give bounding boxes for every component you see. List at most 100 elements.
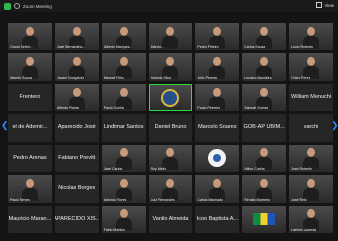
participant-tile[interactable]: varchi: [289, 114, 333, 142]
participant-tile[interactable]: Fabiano Previtt: [54, 144, 99, 173]
participant-display-name: varchi: [303, 124, 319, 131]
participant-name-label: Alberto Marques...: [103, 45, 133, 50]
participant-tile[interactable]: [148, 83, 193, 112]
participant-name-label: Carlos Souza: [244, 45, 266, 50]
participant-display-name: APARECIDO XIS...: [54, 215, 99, 222]
participant-tile[interactable]: APARECIDO XIS...: [54, 205, 99, 233]
participant-tile[interactable]: Lúcio Roberto: [289, 23, 333, 51]
participant-tile[interactable]: Manoel Filho: [101, 53, 146, 81]
participant-name-label: Júlio Pereira: [197, 75, 217, 80]
security-shield-icon[interactable]: [4, 2, 11, 10]
participant-name-label: Luciano Bandeira: [244, 75, 272, 80]
participant-tile[interactable]: Alfredo Pianta: [54, 83, 99, 112]
participant-tile[interactable]: Mauricio Maran...: [8, 205, 52, 233]
participant-name-label: Samuel Gomes: [244, 106, 269, 111]
participant-tile[interactable]: Fábio Martins: [101, 205, 146, 233]
participant-tile[interactable]: [242, 205, 287, 233]
participant-tile[interactable]: Pedro Arenas: [8, 144, 52, 173]
participant-name-label: Fábio Martins: [103, 228, 125, 232]
meeting-info-icon[interactable]: [14, 3, 20, 9]
participant-name-label: Jovani Gonçalves: [56, 75, 85, 80]
participant-display-name: Marcelo Soares: [198, 124, 237, 131]
participant-tile[interactable]: Aparecido José: [54, 114, 99, 142]
participant-display-name: Fabiano Previtt: [58, 154, 96, 161]
meeting-title: Zoom Meeting: [23, 3, 52, 9]
participant-name-label: Paulo Cunha: [103, 106, 124, 111]
participant-name-label: Paulo Neves: [10, 197, 30, 202]
participant-display-name: Aparecido José: [57, 124, 96, 131]
participant-name-label: Luiz Fernandes: [150, 197, 175, 202]
participant-tile[interactable]: Alberto Souza: [8, 53, 52, 81]
participant-name-label: Laércio Lacerda: [291, 228, 317, 232]
participant-tile[interactable]: José Reis: [289, 175, 333, 203]
participant-tile[interactable]: Alberto Marques...: [101, 23, 146, 51]
participant-tile[interactable]: Icoo Baptista A...: [195, 205, 240, 233]
participant-name-label: Nilton Cunha: [244, 167, 265, 172]
participant-tile[interactable]: José Bernardino...: [54, 23, 99, 51]
participant-name-label: Alfredo Pianta: [56, 106, 79, 111]
participant-tile[interactable]: Paulo Pinheiro: [195, 83, 240, 112]
participant-tile[interactable]: Antonio Flores: [101, 175, 146, 203]
participant-name-label: Carlos Machado: [197, 197, 223, 202]
participant-tile[interactable]: el de Ademir...: [8, 114, 52, 142]
participant-tile[interactable]: William Menuchi: [289, 83, 333, 112]
participant-tile[interactable]: Pedro Piñeiro: [195, 23, 240, 51]
grid-view-icon: [316, 2, 323, 8]
participant-tile[interactable]: Jovani Gonçalves: [54, 53, 99, 81]
previous-page-arrow-icon[interactable]: ❮: [1, 121, 9, 130]
participant-tile[interactable]: Lindimar Santos: [101, 114, 146, 142]
view-button-label: View: [324, 2, 334, 8]
participant-name-label: Márcio...: [150, 45, 164, 50]
participant-display-name: Nicolas Borges: [58, 185, 96, 192]
participant-video-avatar: [162, 26, 179, 49]
masonic-emblem-icon: [161, 88, 180, 107]
participant-tile[interactable]: José Roberto: [289, 144, 333, 173]
participant-name-label: Manoel Filho: [103, 75, 124, 80]
participant-tile[interactable]: Carlos Souza: [242, 23, 287, 51]
participant-name-label: Alberto Souza: [10, 75, 32, 80]
participant-display-name: Lindimar Santos: [103, 124, 144, 131]
participant-display-name: Vanilo Almeida: [152, 215, 189, 222]
view-button[interactable]: View: [316, 2, 334, 8]
participant-tile[interactable]: GOB-AP UBIM...: [242, 114, 287, 142]
participant-display-name: GOB-AP UBIM...: [243, 124, 285, 131]
participant-tile[interactable]: Nilton Cunha: [242, 144, 287, 173]
participant-tile[interactable]: Vanilo Almeida: [148, 205, 193, 233]
participant-tile[interactable]: Marcelo Soares: [195, 114, 240, 142]
participant-name-label: Renato Monteiro: [244, 197, 271, 202]
participant-tile[interactable]: Carlos Machado: [195, 175, 240, 203]
participant-tile[interactable]: Paulo Neves: [8, 175, 52, 203]
participant-tile[interactable]: Nicolas Borges: [54, 175, 99, 203]
participant-tile[interactable]: Grand Orient...: [8, 23, 52, 51]
participant-name-label: Pedro Piñeiro: [197, 45, 219, 50]
participant-name-label: José Carlos: [103, 167, 123, 172]
participant-tile[interactable]: [195, 144, 240, 173]
participant-tile[interactable]: Renato Monteiro: [242, 175, 287, 203]
participant-tile[interactable]: Daniel Bruno: [148, 114, 193, 142]
participant-tile[interactable]: Samuel Gomes: [242, 83, 287, 112]
participant-tile[interactable]: José Carlos: [101, 144, 146, 173]
participant-tile[interactable]: Paulo Cunha: [101, 83, 146, 112]
flag-icon: [253, 213, 276, 226]
participant-name-label: Paulo Pinheiro: [197, 106, 221, 111]
participant-name-label: Antonio Silva: [150, 75, 171, 80]
participant-name-label: Lúcio Roberto: [291, 45, 313, 50]
participant-name-label: José Bernardino...: [56, 45, 86, 50]
participant-tile[interactable]: Frentero: [8, 83, 52, 112]
participant-name-label: Chico Pérez: [291, 75, 311, 80]
participant-display-name: William Menuchi: [291, 94, 332, 101]
participant-tile[interactable]: Luciano Bandeira: [242, 53, 287, 81]
participant-display-name: el de Ademir...: [12, 124, 48, 131]
participant-tile[interactable]: Júlio Pereira: [195, 53, 240, 81]
participant-name-label: Ruy Mello: [150, 167, 167, 172]
participant-name-label: José Reis: [291, 197, 307, 202]
participant-tile[interactable]: Laércio Lacerda: [289, 205, 333, 233]
participant-display-name: Mauricio Maran...: [8, 215, 52, 222]
participant-tile[interactable]: Ruy Mello: [148, 144, 193, 173]
participant-display-name: Pedro Arenas: [13, 154, 47, 161]
participant-display-name: Frentero: [19, 94, 41, 101]
participant-tile[interactable]: Márcio...: [148, 23, 193, 51]
participant-tile[interactable]: Antonio Silva: [148, 53, 193, 81]
participant-tile[interactable]: Luiz Fernandes: [148, 175, 193, 203]
participant-tile[interactable]: Chico Pérez: [289, 53, 333, 81]
